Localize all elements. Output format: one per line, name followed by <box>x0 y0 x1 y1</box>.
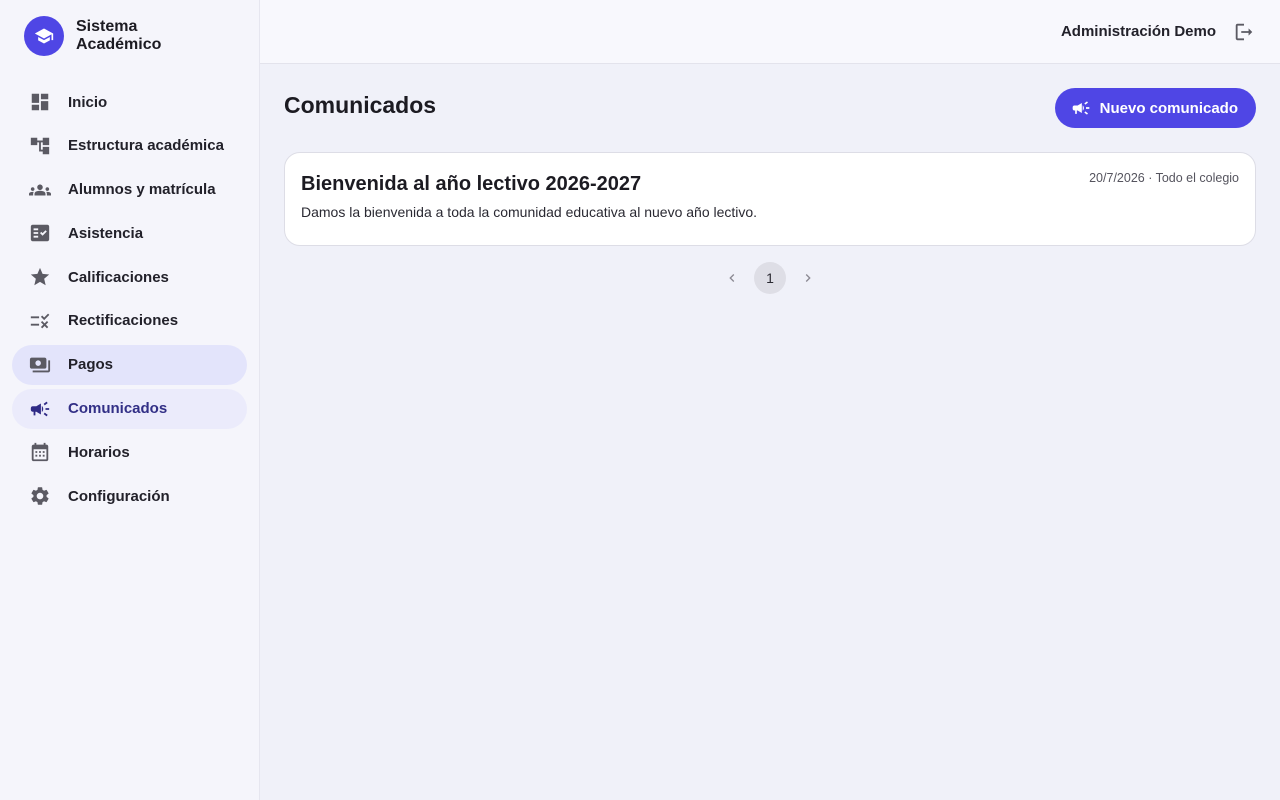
groups-icon <box>28 178 52 202</box>
graduation-cap-icon <box>24 16 64 56</box>
previous-page-button[interactable] <box>716 262 748 294</box>
app-title: Sistema Académico <box>76 18 162 53</box>
chevron-right-icon <box>805 274 811 282</box>
page-header: Comunicados Nuevo comunicado <box>284 64 1256 152</box>
star-icon <box>28 265 52 289</box>
gear-icon <box>28 484 52 508</box>
sidebar-item-label: Estructura académica <box>68 137 224 155</box>
dashboard-icon <box>28 90 52 114</box>
sidebar-item-rectificaciones[interactable]: Rectificaciones <box>12 301 247 341</box>
sidebar-item-label: Asistencia <box>68 224 144 242</box>
new-announcement-label: Nuevo comunicado <box>1099 99 1238 117</box>
page-number-current[interactable]: 1 <box>754 262 786 294</box>
rule-icon <box>28 309 52 333</box>
sidebar-item-label: Comunicados <box>68 400 168 418</box>
brand[interactable]: Sistema Académico <box>0 0 259 72</box>
next-page-button[interactable] <box>792 262 824 294</box>
sidebar-item-inicio[interactable]: Inicio <box>12 82 247 122</box>
sidebar-item-label: Horarios <box>68 443 130 461</box>
announcement-body: Damos la bienvenida a toda la comunidad … <box>301 204 758 220</box>
sidebar-item-estructura-academica[interactable]: Estructura académica <box>12 126 247 166</box>
sidebar-item-label: Pagos <box>68 356 114 374</box>
sidebar-item-label: Rectificaciones <box>68 312 179 330</box>
topbar: Administración Demo <box>260 0 1280 64</box>
sidebar-item-asistencia[interactable]: Asistencia <box>12 213 247 253</box>
sidebar-item-comunicados[interactable]: Comunicados <box>12 388 247 429</box>
chevron-left-icon <box>729 274 735 282</box>
sidebar-item-label: Calificaciones <box>68 268 169 286</box>
user-name: Administración Demo <box>1060 23 1216 40</box>
announcement-meta: 20/7/2026 · Todo el colegio <box>1089 171 1239 185</box>
pagination: 1 <box>284 262 1256 294</box>
sidebar-item-configuracion[interactable]: Configuración <box>12 476 247 516</box>
sidebar-item-pagos[interactable]: Pagos <box>12 344 247 385</box>
new-announcement-button[interactable]: Nuevo comunicado <box>1054 88 1256 128</box>
payments-icon <box>28 353 52 377</box>
calendar-icon <box>28 440 52 464</box>
main-content: Comunicados Nuevo comunicado Bienvenida … <box>284 64 1256 294</box>
account-tree-icon <box>28 134 52 158</box>
announcement-card[interactable]: Bienvenida al año lectivo 2026-2027 20/7… <box>284 152 1256 246</box>
fact-check-icon <box>28 221 52 245</box>
logout-icon[interactable] <box>1232 20 1256 44</box>
campaign-icon <box>28 397 52 421</box>
sidebar-item-label: Configuración <box>68 487 170 505</box>
sidebar-item-calificaciones[interactable]: Calificaciones <box>12 257 247 297</box>
page-title: Comunicados <box>284 91 437 118</box>
campaign-icon <box>1072 101 1089 115</box>
sidebar-item-label: Inicio <box>68 93 108 111</box>
sidebar-item-alumnos[interactable]: Alumnos y matrícula <box>12 170 247 210</box>
sidebar: Sistema Académico Inicio Estructura acad… <box>0 0 260 800</box>
sidebar-item-label: Alumnos y matrícula <box>68 181 216 199</box>
sidebar-item-horarios[interactable]: Horarios <box>12 432 247 472</box>
sidebar-nav: Inicio Estructura académica Alumnos y ma… <box>0 72 259 516</box>
